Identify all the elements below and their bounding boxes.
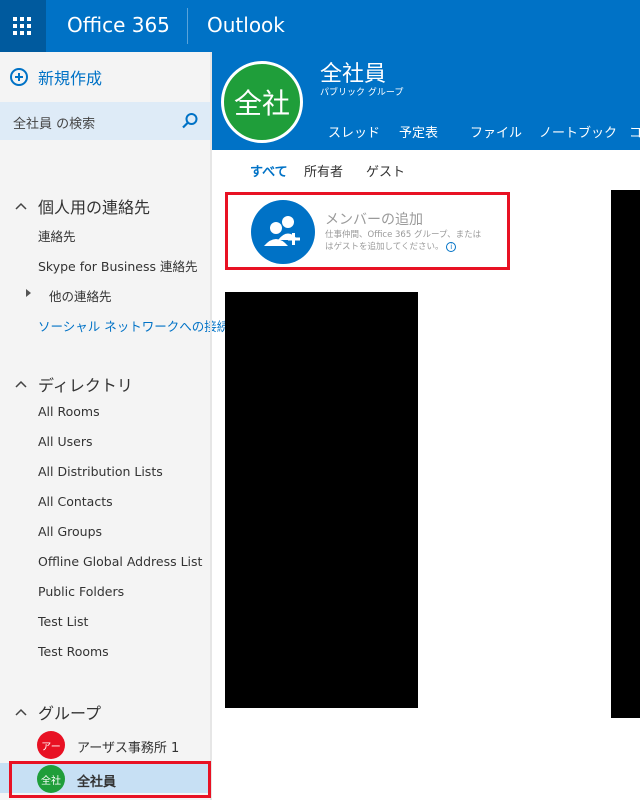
connect-social-network-link[interactable]: ソーシャル ネットワークへの接続 bbox=[38, 316, 229, 335]
group-item-all-employees[interactable]: 全社 全社員 bbox=[0, 763, 210, 793]
search-icon[interactable] bbox=[181, 112, 199, 130]
section-title: 個人用の連絡先 bbox=[38, 198, 151, 217]
add-member-description: 仕事仲間、Office 365 グループ、または はゲストを追加してください。 … bbox=[325, 229, 505, 253]
group-item-azas-office[interactable]: アー アーザス事務所 1 bbox=[0, 729, 210, 759]
nav-item-offline-gal[interactable]: Offline Global Address List bbox=[38, 554, 202, 569]
subtab-owners[interactable]: 所有者 bbox=[304, 161, 343, 180]
new-button[interactable]: 新規作成 bbox=[10, 64, 102, 90]
search-placeholder: 全社員 の検索 bbox=[13, 117, 96, 132]
nav-item-all-groups[interactable]: All Groups bbox=[38, 524, 102, 539]
nav-item-skype-contacts[interactable]: Skype for Business 連絡先 bbox=[38, 256, 197, 275]
group-name: 全社員 bbox=[77, 775, 117, 790]
section-header-personal-contacts[interactable]: 個人用の連絡先 bbox=[14, 194, 150, 218]
group-avatar: 全社 bbox=[221, 61, 303, 143]
tab-threads[interactable]: スレッド bbox=[328, 122, 380, 141]
subtab-all[interactable]: すべて bbox=[250, 161, 288, 180]
tab-calendar[interactable]: 予定表 bbox=[399, 122, 438, 141]
tab-files[interactable]: ファイル bbox=[470, 122, 522, 141]
add-member-title: メンバーの追加 bbox=[325, 212, 423, 228]
waffle-icon bbox=[13, 17, 31, 35]
avatar: アー bbox=[37, 731, 65, 759]
info-icon[interactable]: i bbox=[446, 241, 457, 252]
section-header-directory[interactable]: ディレクトリ bbox=[14, 372, 133, 396]
add-member-description-text: 仕事仲間、Office 365 グループ、または はゲストを追加してください。 bbox=[325, 230, 482, 252]
divider bbox=[187, 8, 188, 44]
group-type: パブリック グループ bbox=[320, 88, 404, 98]
new-button-label: 新規作成 bbox=[38, 69, 103, 88]
group-header: 全社 全社員 パブリック グループ スレッド 予定表 ファイル ノートブック コ bbox=[212, 52, 640, 150]
tab-more[interactable]: コ bbox=[629, 122, 640, 141]
chevron-up-icon bbox=[15, 708, 27, 716]
redacted-region bbox=[611, 190, 640, 718]
sidebar: 新規作成 全社員 の検索 個人用の連絡先 連絡先 Skype for Busin… bbox=[0, 52, 229, 800]
sidebar-divider bbox=[210, 52, 212, 800]
nav-item-contacts[interactable]: 連絡先 bbox=[38, 226, 76, 245]
chevron-up-icon bbox=[15, 202, 27, 210]
group-name: アーザス事務所 1 bbox=[77, 741, 180, 756]
section-header-groups[interactable]: グループ bbox=[14, 700, 101, 724]
app-title[interactable]: Outlook bbox=[207, 13, 285, 37]
top-bar: Office 365 Outlook bbox=[0, 0, 640, 52]
nav-item-test-rooms[interactable]: Test Rooms bbox=[38, 644, 109, 659]
search-input[interactable]: 全社員 の検索 bbox=[0, 102, 210, 140]
group-title: 全社員 bbox=[320, 62, 387, 87]
nav-item-all-users[interactable]: All Users bbox=[38, 434, 92, 449]
app-launcher-button[interactable] bbox=[0, 0, 46, 52]
add-member-card[interactable]: メンバーの追加 仕事仲間、Office 365 グループ、または はゲストを追加… bbox=[230, 197, 505, 265]
add-member-icon bbox=[251, 200, 315, 264]
nav-item-public-folders[interactable]: Public Folders bbox=[38, 584, 124, 599]
chevron-up-icon bbox=[15, 380, 27, 388]
nav-item-other-contacts[interactable]: 他の連絡先 bbox=[49, 286, 112, 305]
office-365-link[interactable]: Office 365 bbox=[67, 13, 170, 37]
tab-notebook[interactable]: ノートブック bbox=[539, 122, 617, 141]
nav-item-all-contacts[interactable]: All Contacts bbox=[38, 494, 113, 509]
nav-item-test-list[interactable]: Test List bbox=[38, 614, 88, 629]
expand-triangle-icon[interactable] bbox=[26, 289, 31, 297]
subtab-guests[interactable]: ゲスト bbox=[366, 161, 405, 180]
avatar: 全社 bbox=[37, 765, 65, 793]
add-circle-icon bbox=[10, 68, 28, 86]
section-title: ディレクトリ bbox=[38, 376, 133, 395]
redacted-region bbox=[225, 292, 418, 708]
section-title: グループ bbox=[38, 704, 102, 723]
nav-item-all-rooms[interactable]: All Rooms bbox=[38, 404, 100, 419]
nav-item-all-distribution-lists[interactable]: All Distribution Lists bbox=[38, 464, 163, 479]
